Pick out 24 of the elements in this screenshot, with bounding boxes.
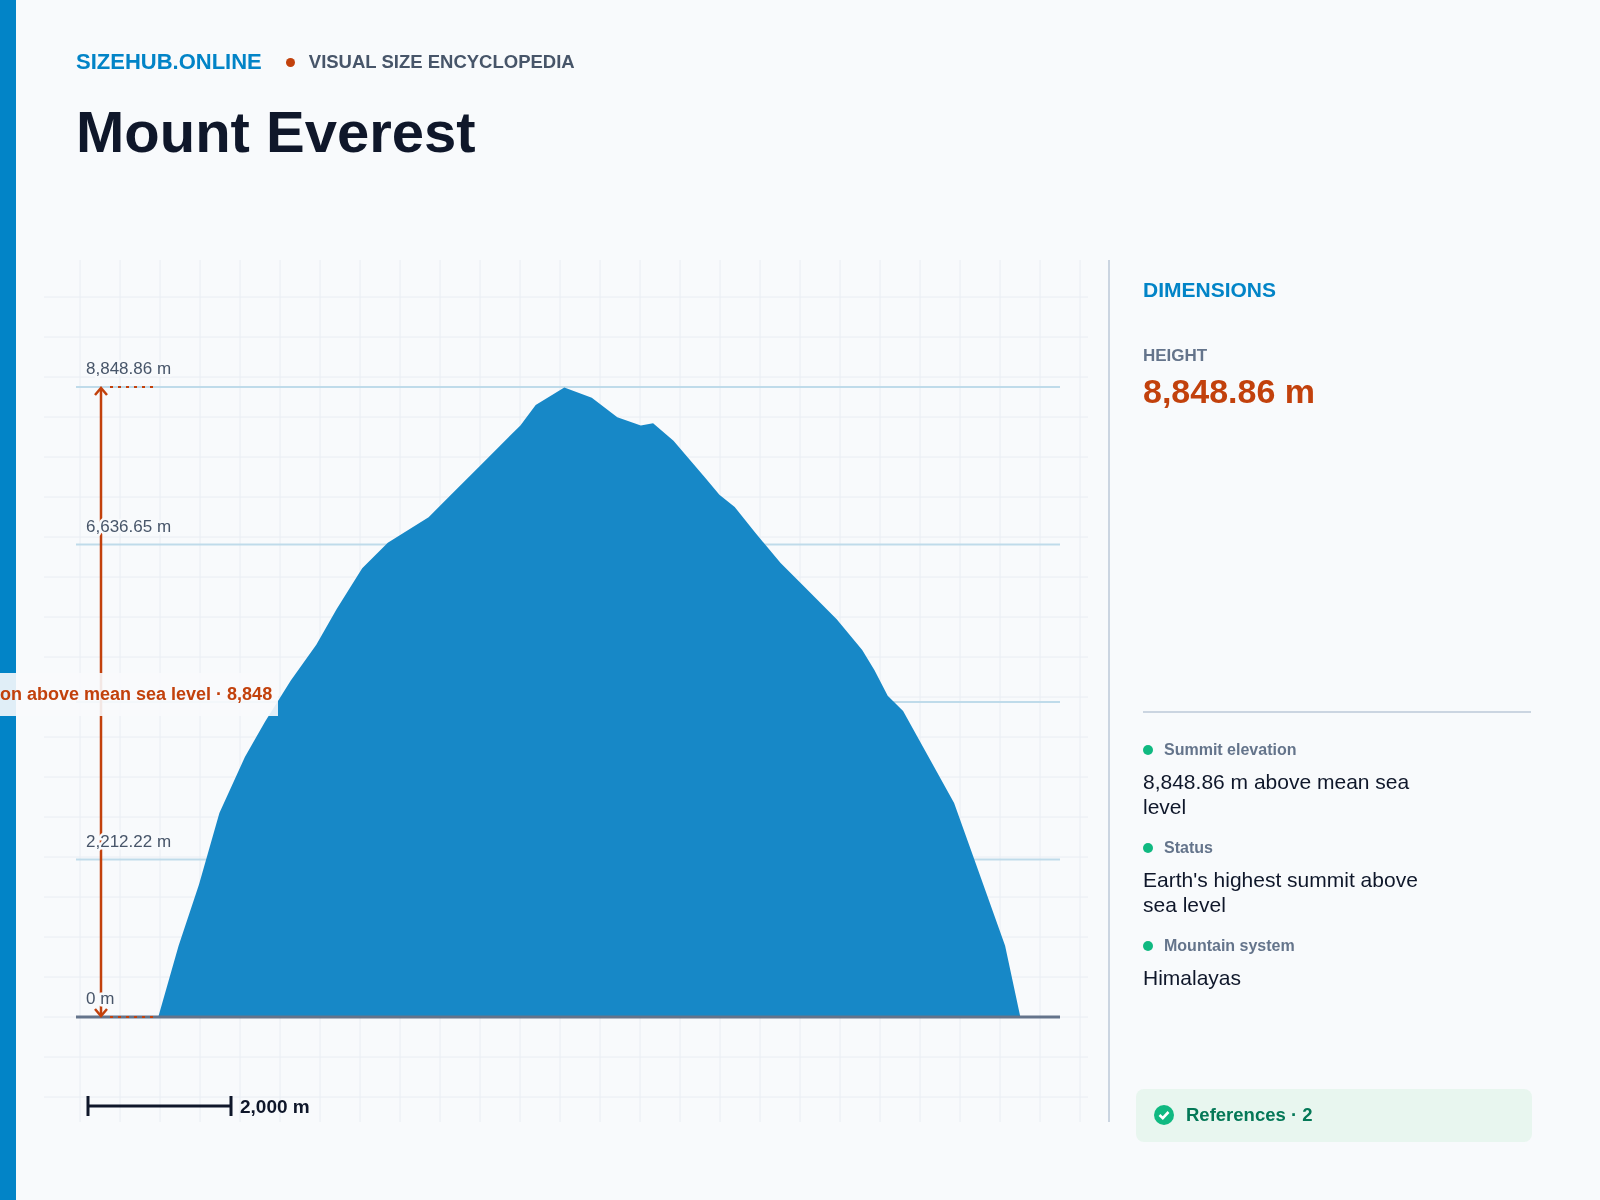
separator-dot xyxy=(285,57,295,67)
section-heading: DIMENSIONS xyxy=(1143,277,1277,302)
annotation-label: on above mean sea level · 8,848 xyxy=(0,673,279,716)
fact-value: 8,848.86 m above mean sea level xyxy=(1143,768,1411,819)
measure-value: 8,848.86 m xyxy=(1143,371,1317,411)
leader-line xyxy=(109,1015,155,1018)
fact-label: Status xyxy=(1164,838,1213,857)
references-bar[interactable]: References · 2 xyxy=(1136,1088,1532,1142)
scale-label: 2,000 m xyxy=(240,1095,310,1117)
bullet-dot xyxy=(1143,842,1153,853)
axis-label: 8,848.86 m xyxy=(86,358,172,378)
fact-value: Himalayas xyxy=(1143,965,1243,991)
leader-line xyxy=(109,385,155,388)
tagline: VISUAL SIZE ENCYCLOPEDIA xyxy=(308,51,575,73)
fact-value: Earth's highest summit above sea level xyxy=(1143,866,1419,918)
references-label: References · 2 xyxy=(1186,1104,1313,1127)
bullet-dot xyxy=(1143,941,1153,952)
measure-label: HEIGHT xyxy=(1143,345,1209,366)
site-name: SIZEHUB.ONLINE xyxy=(76,49,262,75)
fact-label: Mountain system xyxy=(1164,937,1295,956)
page-title: Mount Everest xyxy=(76,98,477,166)
check-circle-icon xyxy=(1154,1105,1174,1126)
bullet-dot xyxy=(1143,744,1153,755)
fact-label: Summit elevation xyxy=(1164,740,1297,759)
